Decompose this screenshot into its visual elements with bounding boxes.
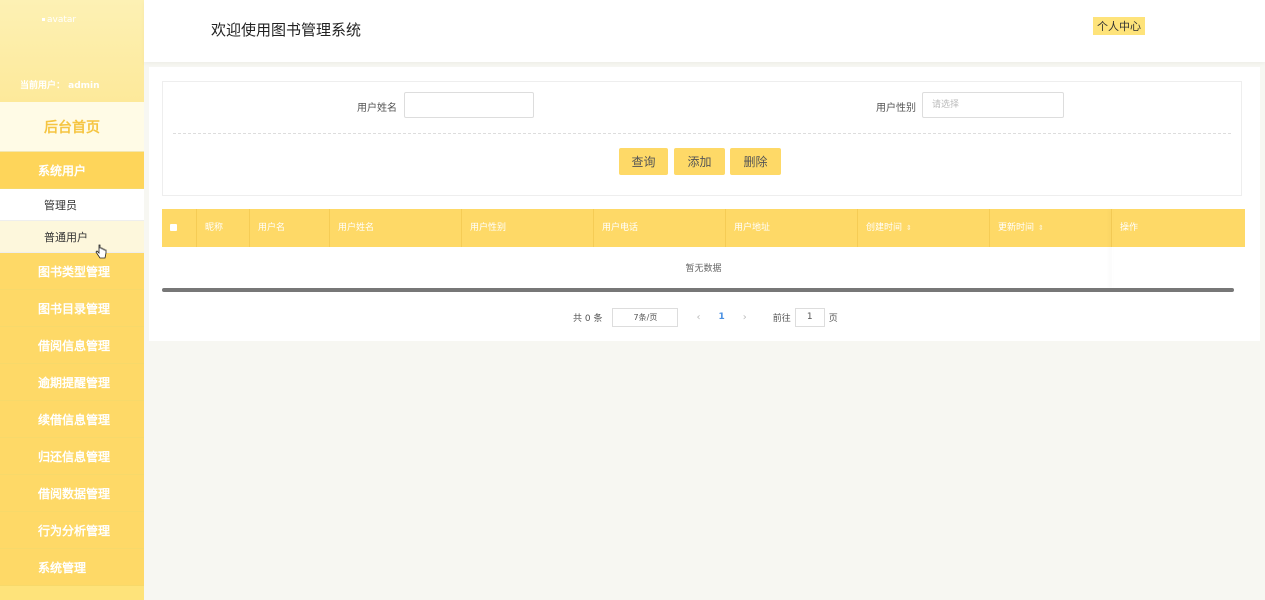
pagination: 共 0 条 7条/页 ‹ 1 › 前往 1 页: [573, 307, 838, 327]
total-count: 共 0 条: [573, 313, 603, 324]
sidebar-item-admin[interactable]: 管理员: [0, 189, 144, 221]
table-header: 昵称 用户名 用户姓名 用户性别 用户电话 用户地址 创建时间 ⇕ 更新时间 ⇕ 操…: [162, 209, 1245, 247]
avatar: avatar: [42, 15, 76, 25]
user-gender-label: 用户性别: [876, 103, 916, 114]
col-updated-at[interactable]: 更新时间 ⇕: [990, 209, 1112, 247]
col-actions: 操作: [1120, 223, 1139, 233]
page-title: 欢迎使用图书管理系统: [211, 21, 362, 39]
sidebar-group-overdue[interactable]: 逾期提醒管理: [0, 364, 144, 401]
select-all-checkbox[interactable]: [170, 224, 177, 231]
table-body: 暂无数据: [162, 247, 1245, 289]
sidebar-item-home[interactable]: 后台首页: [0, 102, 144, 152]
sidebar-header: avatar 当前用户： admin: [0, 0, 144, 102]
sidebar-group-borrow-data[interactable]: 借阅数据管理: [0, 475, 144, 512]
sidebar: avatar 当前用户： admin 后台首页 系统用户 管理员 普通用户 图书…: [0, 0, 144, 600]
delete-button[interactable]: 删除: [730, 148, 781, 175]
search-form: 用户姓名 用户性别 请选择 查询 添加 删除: [162, 81, 1242, 196]
table-horizontal-scrollbar[interactable]: [162, 288, 1234, 292]
user-table: 昵称 用户名 用户姓名 用户性别 用户电话 用户地址 创建时间 ⇕ 更新时间 ⇕ 操…: [162, 209, 1245, 292]
next-page-button[interactable]: ›: [743, 312, 747, 323]
col-nickname: 昵称: [197, 209, 250, 247]
page-number-1[interactable]: 1: [718, 312, 724, 322]
fixed-column-shadow: [1112, 209, 1113, 289]
goto-suffix: 页: [828, 313, 838, 324]
sort-icon[interactable]: ⇕: [1038, 209, 1044, 247]
query-button[interactable]: 查询: [619, 148, 668, 175]
sidebar-group-behavior[interactable]: 行为分析管理: [0, 512, 144, 549]
sort-icon[interactable]: ⇕: [906, 209, 912, 247]
col-real-name: 用户姓名: [330, 209, 462, 247]
select-all-cell: [162, 209, 197, 247]
user-name-label: 用户姓名: [357, 103, 397, 114]
current-user-label: 当前用户： admin: [20, 81, 100, 91]
col-username: 用户名: [250, 209, 330, 247]
goto-page-input[interactable]: 1: [794, 307, 825, 327]
add-button[interactable]: 添加: [674, 148, 725, 175]
user-gender-select[interactable]: 请选择: [922, 92, 1064, 118]
user-name-input[interactable]: [404, 92, 534, 118]
goto-label: 前往: [772, 313, 791, 324]
col-address: 用户地址: [726, 209, 858, 247]
sidebar-group-renew[interactable]: 续借信息管理: [0, 401, 144, 438]
hand-pointer-icon: [95, 244, 107, 259]
sidebar-group-system[interactable]: 系统管理: [0, 549, 144, 586]
sidebar-group-borrow-info[interactable]: 借阅信息管理: [0, 327, 144, 364]
prev-page-button[interactable]: ‹: [696, 312, 700, 323]
sidebar-group-system-users[interactable]: 系统用户: [0, 152, 144, 189]
empty-data-text: 暂无数据: [685, 264, 722, 274]
top-header: 欢迎使用图书管理系统 个人中心: [144, 0, 1265, 62]
sidebar-group-book-type[interactable]: 图书类型管理: [0, 253, 144, 290]
sidebar-group-book-catalog[interactable]: 图书目录管理: [0, 290, 144, 327]
user-center-button[interactable]: 个人中心: [1093, 17, 1145, 35]
col-phone: 用户电话: [594, 209, 726, 247]
page-size-select[interactable]: 7条/页: [612, 307, 679, 327]
form-divider: [173, 133, 1231, 134]
main-panel: 用户姓名 用户性别 请选择 查询 添加 删除 昵称 用户名 用户姓名 用户性别 …: [149, 67, 1260, 341]
sidebar-item-normal-user[interactable]: 普通用户: [0, 221, 144, 253]
avatar-broken-image-icon: [42, 18, 45, 21]
col-gender: 用户性别: [462, 209, 594, 247]
col-created-at[interactable]: 创建时间 ⇕: [858, 209, 990, 247]
sidebar-group-return[interactable]: 归还信息管理: [0, 438, 144, 475]
